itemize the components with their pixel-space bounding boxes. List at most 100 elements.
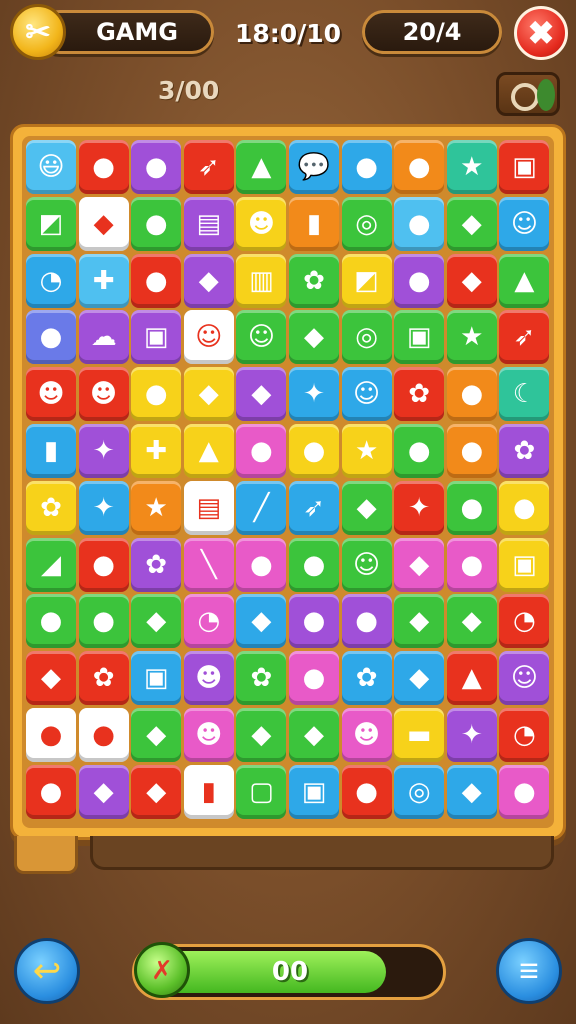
board-tile[interactable]: ☺ (341, 537, 392, 592)
board-tile[interactable]: ☻ (26, 367, 76, 422)
board-tile[interactable]: ● (499, 480, 550, 535)
board-tile[interactable]: ◆ (289, 310, 339, 365)
board-tile[interactable]: ● (341, 764, 392, 819)
board-tile[interactable]: ☺ (236, 310, 287, 365)
board-tile[interactable]: ☁ (78, 310, 129, 365)
board-tile[interactable]: ● (131, 253, 182, 308)
board-tile[interactable]: ◆ (446, 764, 497, 819)
bag-icon[interactable] (496, 72, 560, 116)
board-tile[interactable]: ▲ (183, 424, 234, 478)
board-tile[interactable]: ● (446, 424, 497, 478)
board-tile[interactable]: ● (78, 594, 129, 649)
board-tile[interactable]: ● (131, 196, 182, 251)
board-tile[interactable]: ▲ (236, 140, 287, 194)
board-tile[interactable]: ✦ (446, 708, 497, 762)
board-tile[interactable]: ☺ (183, 310, 234, 365)
board-tile[interactable]: ✿ (499, 424, 550, 478)
board-tile[interactable]: ✿ (341, 651, 392, 706)
close-button[interactable]: ✖ (514, 6, 568, 60)
board-tile[interactable]: ◎ (341, 196, 392, 251)
board-tile[interactable]: ▣ (289, 764, 339, 819)
board-tile[interactable]: ◎ (394, 764, 445, 819)
board-tile[interactable]: ◢ (26, 537, 76, 592)
board-tile[interactable]: ◆ (236, 708, 287, 762)
board-tile[interactable]: 😃 (26, 140, 76, 194)
board-tile[interactable]: ● (131, 367, 182, 422)
board-tile[interactable]: ◆ (446, 253, 497, 308)
board-tile[interactable]: ● (394, 253, 445, 308)
board-tile[interactable]: ★ (131, 480, 182, 535)
board-tile[interactable]: ● (26, 708, 76, 762)
board-tile[interactable]: ➶ (289, 480, 339, 535)
board-tile[interactable]: ▮ (183, 764, 234, 819)
board-tile[interactable]: ▤ (183, 480, 234, 535)
board-tile[interactable]: ╱ (236, 480, 287, 535)
board-tile[interactable]: ◆ (131, 708, 182, 762)
board-tile[interactable]: ● (394, 196, 445, 251)
board-tile[interactable]: ★ (341, 424, 392, 478)
board-tile[interactable]: ▮ (26, 424, 76, 478)
board-tile[interactable]: ✿ (236, 651, 287, 706)
board-tile[interactable]: ✿ (26, 480, 76, 535)
board-tile[interactable]: ▣ (394, 310, 445, 365)
board-tile[interactable]: ◆ (394, 594, 445, 649)
board-tile[interactable]: ● (289, 594, 339, 649)
board-tile[interactable]: ➶ (183, 140, 234, 194)
board-tile[interactable]: ✚ (131, 424, 182, 478)
board-tile[interactable]: ◆ (236, 367, 287, 422)
board-tile[interactable]: ● (394, 424, 445, 478)
board-tile[interactable]: ● (394, 140, 445, 194)
board-tile[interactable]: ✦ (78, 480, 129, 535)
board-tile[interactable]: ◆ (446, 196, 497, 251)
board-tile[interactable]: ● (289, 537, 339, 592)
board-tile[interactable]: ✿ (289, 253, 339, 308)
board-tile[interactable]: ◩ (26, 196, 76, 251)
board-tile[interactable]: ▥ (236, 253, 287, 308)
board-tile[interactable]: ◔ (499, 594, 550, 649)
board-tile[interactable]: ▢ (236, 764, 287, 819)
board-tile[interactable]: ✿ (131, 537, 182, 592)
board-tile[interactable]: ◆ (26, 651, 76, 706)
board-tile[interactable]: ● (341, 140, 392, 194)
board-tile[interactable]: ◆ (183, 253, 234, 308)
board-tile[interactable]: ▮ (289, 196, 339, 251)
board-tile[interactable]: ◔ (499, 708, 550, 762)
board-tile[interactable]: ◎ (341, 310, 392, 365)
board-tile[interactable]: ✦ (78, 424, 129, 478)
board-tile[interactable]: ▣ (131, 651, 182, 706)
board-tile[interactable]: ▲ (446, 651, 497, 706)
board-tile[interactable]: ◆ (183, 367, 234, 422)
board-tile[interactable]: ◆ (289, 708, 339, 762)
board-tile[interactable]: 💬 (289, 140, 339, 194)
board-tile[interactable]: ● (78, 708, 129, 762)
coin-icon[interactable]: ✂ (10, 4, 66, 60)
board-tile[interactable]: ╲ (183, 537, 234, 592)
back-button[interactable]: ↩ (14, 938, 80, 1004)
board-tile[interactable]: ☻ (183, 708, 234, 762)
board-tile[interactable]: ● (236, 537, 287, 592)
board-tile[interactable]: ● (78, 140, 129, 194)
board-tile[interactable]: ☺ (499, 196, 550, 251)
board-tile[interactable]: ● (131, 140, 182, 194)
board-tile[interactable]: ● (78, 537, 129, 592)
board-tile[interactable]: ● (26, 764, 76, 819)
board-tile[interactable]: ● (446, 367, 497, 422)
board-tile[interactable]: ◆ (131, 764, 182, 819)
board-tile[interactable]: ◆ (394, 651, 445, 706)
board-tile[interactable]: ➶ (499, 310, 550, 365)
board-tile[interactable]: ● (26, 310, 76, 365)
board-tile[interactable]: ✿ (394, 367, 445, 422)
board-tile[interactable]: ● (446, 537, 497, 592)
board-tile[interactable]: ✦ (289, 367, 339, 422)
board-tile[interactable]: ◔ (183, 594, 234, 649)
board-tile[interactable]: ▣ (499, 537, 550, 592)
board-tile[interactable]: ☺ (499, 651, 550, 706)
board-tile[interactable]: ◆ (131, 594, 182, 649)
board-tile[interactable]: ● (236, 424, 287, 478)
board-tile[interactable]: ☻ (236, 196, 287, 251)
board-tile[interactable]: ☻ (78, 367, 129, 422)
board-tile[interactable]: ◆ (78, 764, 129, 819)
board-tile[interactable]: ✚ (78, 253, 129, 308)
board-tile[interactable]: ● (341, 594, 392, 649)
board-tile[interactable]: ◔ (26, 253, 76, 308)
